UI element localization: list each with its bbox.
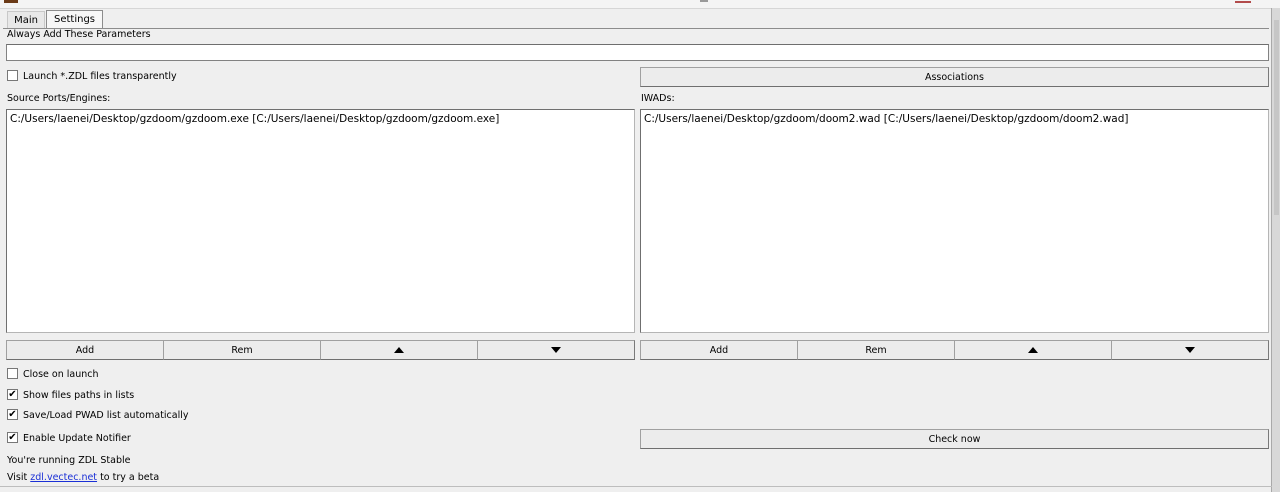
source-ports-add-button[interactable]: Add [6, 340, 164, 360]
iwads-rem-button[interactable]: Rem [797, 340, 955, 360]
iwads-list[interactable]: C:/Users/laenei/Desktop/gzdoom/doom2.wad… [640, 109, 1269, 333]
update-notifier-checkbox[interactable]: ✔ [7, 432, 18, 443]
show-paths-checkbox[interactable]: ✔ [7, 389, 18, 400]
title-bar [0, 0, 1280, 9]
always-params-input[interactable] [6, 44, 1269, 61]
visit-text: Visit zdl.vectec.net to try a beta [7, 472, 159, 483]
window-title-fragment [700, 0, 708, 2]
list-item[interactable]: C:/Users/laenei/Desktop/gzdoom/gzdoom.ex… [10, 112, 631, 126]
triangle-down-icon [1185, 346, 1195, 353]
visit-prefix: Visit [7, 472, 31, 483]
triangle-down-icon [551, 346, 561, 353]
show-paths-label: Show files paths in lists [23, 390, 135, 401]
iwads-up-button[interactable] [954, 340, 1112, 360]
checkmark-icon: ✔ [8, 389, 17, 400]
triangle-up-icon [394, 346, 404, 353]
tab-main[interactable]: Main [7, 11, 45, 28]
iwads-down-button[interactable] [1111, 340, 1269, 360]
source-ports-down-button[interactable] [477, 340, 635, 360]
zdl-website-link[interactable]: zdl.vectec.net [30, 472, 97, 483]
associations-button[interactable]: Associations [640, 67, 1269, 87]
checkmark-icon: ✔ [8, 409, 17, 420]
running-version-text: You're running ZDL Stable [7, 455, 131, 466]
check-now-button[interactable]: Check now [640, 429, 1269, 449]
window-bottom-edge [0, 486, 1272, 487]
always-params-label: Always Add These Parameters [7, 29, 151, 40]
save-load-pwad-checkbox[interactable]: ✔ [7, 409, 18, 420]
tab-settings[interactable]: Settings [46, 10, 103, 29]
iwads-add-button[interactable]: Add [640, 340, 798, 360]
app-icon [4, 0, 18, 3]
tab-divider [3, 28, 1269, 29]
iwads-label: IWADs: [641, 93, 675, 104]
visit-suffix: to try a beta [97, 472, 160, 483]
source-ports-rem-button[interactable]: Rem [163, 340, 321, 360]
update-notifier-label: Enable Update Notifier [23, 433, 131, 444]
source-ports-up-button[interactable] [320, 340, 478, 360]
launch-zdl-checkbox[interactable] [7, 70, 18, 81]
launch-zdl-label: Launch *.ZDL files transparently [23, 71, 177, 82]
checkmark-icon: ✔ [8, 432, 17, 443]
source-ports-label: Source Ports/Engines: [7, 93, 111, 104]
close-button-fragment[interactable] [1235, 1, 1251, 3]
settings-window: Main Settings Always Add These Parameter… [0, 0, 1280, 492]
list-item[interactable]: C:/Users/laenei/Desktop/gzdoom/doom2.wad… [644, 112, 1265, 126]
triangle-up-icon [1028, 346, 1038, 353]
scrollbar-thumb[interactable] [1274, 20, 1279, 215]
source-ports-list[interactable]: C:/Users/laenei/Desktop/gzdoom/gzdoom.ex… [6, 109, 635, 333]
close-on-launch-checkbox[interactable] [7, 368, 18, 379]
close-on-launch-label: Close on launch [23, 369, 99, 380]
save-load-pwad-label: Save/Load PWAD list automatically [23, 410, 189, 421]
